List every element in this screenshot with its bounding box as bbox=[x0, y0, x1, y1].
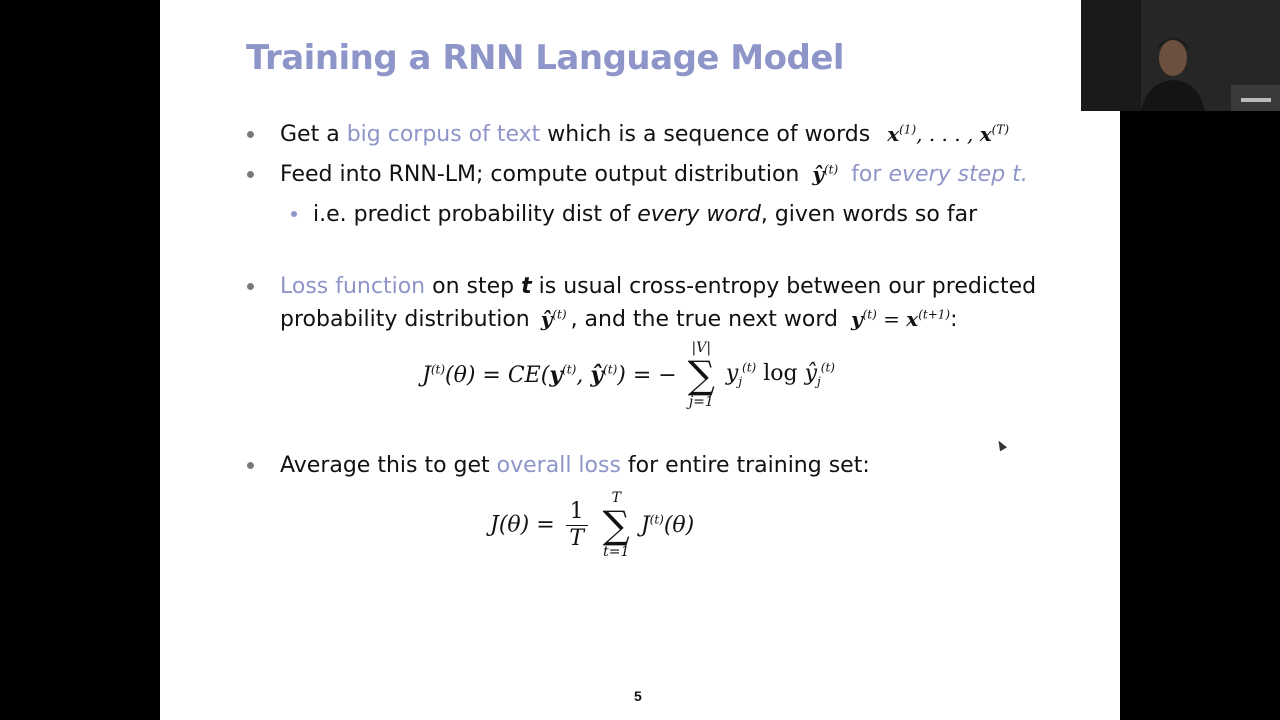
overall-loss-equation: J(θ) = 1T T ∑ t=1 J(t)(θ) bbox=[490, 490, 695, 560]
slide: Training a RNN Language Model Get a big … bbox=[160, 0, 1120, 720]
slide-title: Training a RNN Language Model bbox=[246, 38, 845, 78]
sub-bullet-italic: every word bbox=[637, 202, 761, 227]
bullet-marker bbox=[247, 131, 254, 138]
sub-bullet-text: i.e. predict probability dist of bbox=[313, 202, 638, 227]
bullet-3-line-2: probability distribution ŷ(t), and the t… bbox=[280, 307, 958, 332]
bullet-3-highlight: Loss function bbox=[280, 274, 426, 299]
bullet-3-text-end: is usual cross-entropy between our predi… bbox=[531, 274, 1037, 299]
sub-bullet: i.e. predict probability dist of every w… bbox=[313, 202, 977, 227]
page-number: 5 bbox=[634, 688, 642, 704]
bullet-4-text-end: for entire training set: bbox=[620, 453, 870, 478]
bullet-marker bbox=[247, 283, 254, 290]
bullet-1: Get a big corpus of text which is a sequ… bbox=[280, 122, 1009, 147]
sequence-formula: x(1), . . . , x(T) bbox=[887, 122, 1010, 146]
bullet-3-line-2-end: : bbox=[950, 307, 958, 332]
bullet-2-text: Feed into RNN-LM; compute output distrib… bbox=[280, 162, 800, 187]
bullet-3-step-var: t bbox=[521, 274, 532, 299]
bullet-2: Feed into RNN-LM; compute output distrib… bbox=[280, 162, 1028, 187]
fraction: 1T bbox=[565, 499, 588, 552]
bullet-2-highlight-italic: every step t. bbox=[888, 162, 1028, 187]
summation-symbol: T ∑ t=1 bbox=[602, 490, 630, 560]
bullet-1-text: Get a bbox=[280, 122, 347, 147]
y-hat-formula: ŷ(t) bbox=[812, 162, 839, 186]
bullet-marker bbox=[247, 171, 254, 178]
bullet-3-line-2-text: probability distribution bbox=[280, 307, 530, 332]
bullet-marker bbox=[247, 462, 254, 469]
bullet-3-line-1: Loss function on step t is usual cross-e… bbox=[280, 274, 1036, 299]
cross-entropy-equation: J(t)(θ) = CE(y(t), ŷ(t)) = − |V| ∑ j=1 yj(… bbox=[422, 340, 835, 410]
sub-bullet-marker bbox=[291, 211, 297, 217]
bullet-1-text-end: which is a sequence of words bbox=[540, 122, 871, 147]
webcam-presenter-image bbox=[1081, 0, 1280, 111]
bullet-4-highlight: overall loss bbox=[496, 453, 621, 478]
bullet-3-text: on step bbox=[425, 274, 522, 299]
bullet-4-text: Average this to get bbox=[280, 453, 497, 478]
bullet-1-highlight: big corpus of text bbox=[346, 122, 541, 147]
bullet-2-highlight: for bbox=[851, 162, 889, 187]
y-hat-formula: ŷ(t) bbox=[540, 307, 567, 331]
bullet-3-line-2-mid: , and the true next word bbox=[570, 307, 838, 332]
sub-bullet-text-end: , given words so far bbox=[760, 202, 978, 227]
true-next-word-formula: y(t) = x(t+1) bbox=[850, 307, 951, 331]
summation-symbol: |V| ∑ j=1 bbox=[687, 340, 715, 410]
webcam-video bbox=[1081, 0, 1280, 111]
bullet-4: Average this to get overall loss for ent… bbox=[280, 453, 870, 478]
